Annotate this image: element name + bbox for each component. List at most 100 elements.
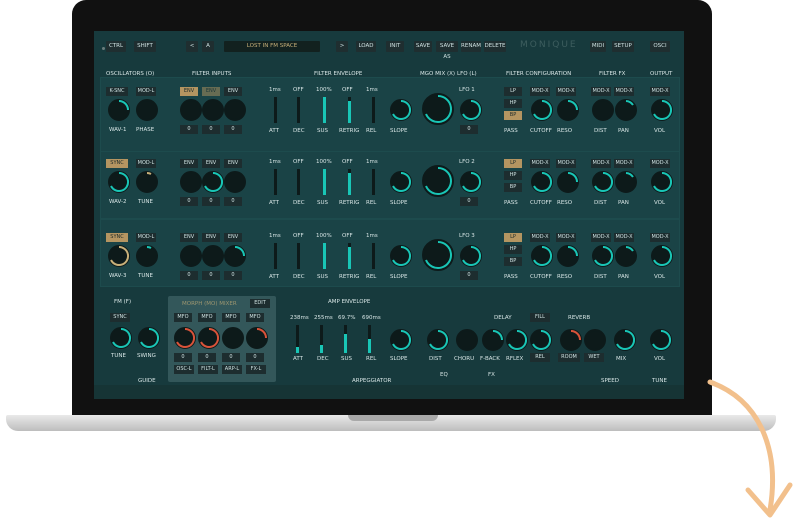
row1-lp-button[interactable]: LP <box>504 87 522 96</box>
row1-env-button-1[interactable]: ENV <box>180 87 198 96</box>
morph-osc-l[interactable]: OSC-L <box>174 365 194 374</box>
save-as-button[interactable]: SAVE AS <box>436 41 458 60</box>
row2-lfo-knob[interactable] <box>460 171 482 193</box>
row3-pan-knob[interactable] <box>615 245 637 267</box>
row3-pan-modx[interactable]: MOD-X <box>614 233 634 242</box>
morph-filt-l[interactable]: FILT-L <box>198 365 218 374</box>
dist-knob[interactable] <box>427 329 449 351</box>
row1-input-knob-3[interactable] <box>224 99 246 121</box>
row2-vol-modx[interactable]: MOD-X <box>650 159 670 168</box>
amp-sus-fader[interactable] <box>344 325 347 353</box>
morph-arp-l[interactable]: ARP-L <box>222 365 242 374</box>
row1-vol-knob[interactable] <box>651 99 673 121</box>
next-bank-button[interactable]: > <box>336 41 348 52</box>
row1-dec-fader[interactable] <box>297 97 300 123</box>
delete-button[interactable]: DELETE <box>484 41 506 52</box>
row3-sus-fader[interactable] <box>323 243 326 269</box>
morph-edit-button[interactable]: EDIT <box>250 299 270 308</box>
row3-reso-modx[interactable]: MOD-X <box>556 233 576 242</box>
row1-input-knob-1[interactable] <box>180 99 202 121</box>
row3-env-button-1[interactable]: ENV <box>180 233 198 242</box>
load-button[interactable]: LOAD <box>356 41 376 52</box>
row2-cutoff-knob[interactable] <box>531 171 553 193</box>
row1-lfo-knob[interactable] <box>460 99 482 121</box>
row3-mgo-mix-knob[interactable] <box>422 239 454 271</box>
save-button[interactable]: SAVE <box>414 41 432 52</box>
row3-input-knob-2[interactable] <box>202 245 224 267</box>
row1-slope-knob[interactable] <box>390 99 412 121</box>
row3-lfo-knob[interactable] <box>460 245 482 267</box>
amp-att-fader[interactable] <box>296 325 299 353</box>
row3-cutoff-modx[interactable]: MOD-X <box>530 233 550 242</box>
row1-dist-knob[interactable] <box>592 99 614 121</box>
amp-dec-fader[interactable] <box>320 325 323 353</box>
row1-input-knob-2[interactable] <box>202 99 224 121</box>
osc1-phase-knob[interactable] <box>136 99 158 121</box>
row3-input-knob-1[interactable] <box>180 245 202 267</box>
osc1-wave-knob[interactable] <box>108 99 130 121</box>
row2-input-knob-1[interactable] <box>180 171 202 193</box>
osc3-modl-button[interactable]: MOD-L <box>136 233 156 242</box>
row2-hp-button[interactable]: HP <box>504 171 522 180</box>
row3-rel-fader[interactable] <box>372 243 375 269</box>
row1-vol-modx[interactable]: MOD-X <box>650 87 670 96</box>
delay-rel-label[interactable]: REL <box>530 353 550 362</box>
row3-vol-modx[interactable]: MOD-X <box>650 233 670 242</box>
wet-knob[interactable] <box>584 329 606 351</box>
row1-dist-modx[interactable]: MOD-X <box>591 87 611 96</box>
row2-pan-modx[interactable]: MOD-X <box>614 159 634 168</box>
row1-rel-fader[interactable] <box>372 97 375 123</box>
row3-dist-knob[interactable] <box>592 245 614 267</box>
osc2-tune-knob[interactable] <box>136 171 158 193</box>
row2-vol-knob[interactable] <box>651 171 673 193</box>
row2-env-button-3[interactable]: ENV <box>224 159 242 168</box>
shift-button[interactable]: SHIFT <box>134 41 156 52</box>
row1-pan-modx[interactable]: MOD-X <box>614 87 634 96</box>
row2-mgo-mix-knob[interactable] <box>422 165 454 197</box>
row1-env-button-2[interactable]: ENV <box>202 87 220 96</box>
fill-button[interactable]: FILL <box>530 313 550 322</box>
row2-pan-knob[interactable] <box>615 171 637 193</box>
bank-a-button[interactable]: A <box>202 41 214 52</box>
feedback-knob[interactable] <box>482 329 504 351</box>
row3-dist-modx[interactable]: MOD-X <box>591 233 611 242</box>
row2-env-button-2[interactable]: ENV <box>202 159 220 168</box>
rename-button[interactable]: RENAM <box>461 41 481 52</box>
ctrl-button[interactable]: CTRL <box>106 41 126 52</box>
reflex-knob[interactable] <box>506 329 528 351</box>
row1-mgo-mix-knob[interactable] <box>422 93 454 125</box>
midi-button[interactable]: MIDI <box>590 41 606 52</box>
osc3-sync-button[interactable]: SYNC <box>106 233 128 242</box>
osc3-wave-knob[interactable] <box>108 245 130 267</box>
row2-rel-fader[interactable] <box>372 169 375 195</box>
row1-retrig-fader[interactable] <box>348 97 351 123</box>
osci-button[interactable]: OSCI <box>650 41 670 52</box>
setup-button[interactable]: SETUP <box>612 41 634 52</box>
row3-att-fader[interactable] <box>274 243 277 269</box>
row2-dec-fader[interactable] <box>297 169 300 195</box>
row2-att-fader[interactable] <box>274 169 277 195</box>
morph-fx-l[interactable]: FX-L <box>246 365 266 374</box>
row1-cutoff-knob[interactable] <box>531 99 553 121</box>
row3-bp-button[interactable]: BP <box>504 257 522 266</box>
master-vol-knob[interactable] <box>650 329 672 351</box>
row1-pan-knob[interactable] <box>615 99 637 121</box>
row2-input-knob-3[interactable] <box>224 171 246 193</box>
osc2-wave-knob[interactable] <box>108 171 130 193</box>
morph-knob-3[interactable] <box>222 327 244 349</box>
row3-cutoff-knob[interactable] <box>531 245 553 267</box>
row3-dec-fader[interactable] <box>297 243 300 269</box>
osc1-modl-button[interactable]: MOD-L <box>136 87 156 96</box>
row1-cutoff-modx[interactable]: MOD-X <box>530 87 550 96</box>
row2-reso-knob[interactable] <box>557 171 579 193</box>
amp-slope-knob[interactable] <box>390 329 412 351</box>
row3-vol-knob[interactable] <box>651 245 673 267</box>
fm-sync-button[interactable]: SYNC <box>110 313 130 322</box>
row2-dist-knob[interactable] <box>592 171 614 193</box>
osc2-sync-button[interactable]: SYNC <box>106 159 128 168</box>
row2-dist-modx[interactable]: MOD-X <box>591 159 611 168</box>
fm-tune-knob[interactable] <box>110 327 132 349</box>
delay-rel-knob[interactable] <box>530 329 552 351</box>
row1-reso-modx[interactable]: MOD-X <box>556 87 576 96</box>
row3-env-button-2[interactable]: ENV <box>202 233 220 242</box>
